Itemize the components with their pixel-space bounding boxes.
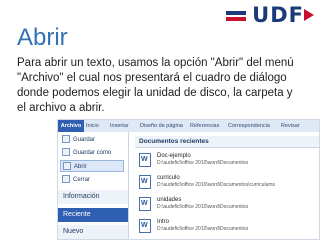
word-document-icon: [139, 197, 151, 211]
close-document-icon: [62, 175, 70, 184]
menu-item-cerrar[interactable]: Cerrar: [62, 174, 90, 186]
slide-paragraph: Para abrir un texto, usamos la opción "A…: [17, 56, 307, 116]
menu-item-label: Guardar: [73, 137, 96, 143]
open-folder-icon: [63, 162, 71, 171]
document-path: D:\audeficl\office 2010\word\Documentos\…: [157, 182, 276, 188]
document-path: D:\audeficl\office 2010\word\Documentos: [157, 204, 249, 210]
word-document-icon: [139, 219, 151, 233]
paragraph-line: donde podemos elegir la unidad de disco,…: [17, 87, 293, 99]
menu-item-label: Abrir: [74, 164, 87, 170]
paragraph-line: Para abrir un texto, usamos la opción "A…: [17, 57, 294, 69]
menu-item-label: Guardar como: [73, 150, 112, 156]
document-name: curriculo: [157, 175, 180, 181]
logo-bar-red: [226, 17, 246, 21]
tab-inicio[interactable]: Inicio: [84, 121, 101, 131]
word-document-icon: [139, 175, 151, 189]
udf-logo: UDF: [224, 3, 314, 27]
tab-correspondencia[interactable]: Correspondencia: [226, 121, 272, 131]
menu-section-nuevo[interactable]: Nuevo: [58, 225, 128, 239]
word-document-icon: [139, 153, 151, 167]
save-as-icon: [62, 148, 70, 157]
tab-diseno[interactable]: Diseño de página: [138, 121, 185, 131]
document-name: Doc-ejemplo: [157, 153, 191, 159]
document-name: unidades: [157, 197, 182, 203]
menu-item-guardar[interactable]: Guardar: [62, 134, 95, 146]
recent-document-item[interactable]: curriculo D:\audeficl\office 2010\word\D…: [135, 172, 319, 194]
tab-referencias[interactable]: Referencias: [188, 121, 221, 131]
menu-item-guardar-como[interactable]: Guardar como: [62, 147, 111, 159]
save-icon: [62, 135, 70, 144]
recent-document-item[interactable]: unidades D:\audeficl\office 2010\word\Do…: [135, 194, 319, 216]
recent-document-item[interactable]: Intro D:\audeficl\office 2010\word\Docum…: [135, 216, 319, 238]
word-backstage-screenshot: Archivo Inicio Insertar Diseño de página…: [57, 119, 320, 240]
slide-title: Abrir: [17, 24, 68, 51]
logo-arrow-icon: [304, 9, 314, 21]
recent-documents-header: Documentos recientes: [135, 136, 319, 148]
recent-document-item[interactable]: Doc-ejemplo D:\audeficl\office 2010\word…: [135, 150, 319, 172]
document-name: Intro: [157, 219, 170, 225]
menu-item-label: Cerrar: [73, 177, 91, 183]
paragraph-line: "Archivo" el cual nos presentará el cuad…: [17, 72, 287, 84]
paragraph-line: el archivo a abrir.: [17, 102, 105, 114]
menu-section-reciente[interactable]: Reciente: [58, 208, 128, 222]
tab-archivo[interactable]: Archivo: [58, 120, 84, 132]
document-path: D:\audeficl\office 2010\word\Documentos: [157, 160, 249, 166]
logo-bar-blue: [226, 11, 246, 15]
recent-documents-pane: Documentos recientes Doc-ejemplo D:\aude…: [129, 132, 319, 239]
logo-text: UDF: [252, 3, 304, 27]
backstage-menu: Guardar Guardar como Abrir Cerrar Inform…: [58, 132, 129, 239]
tab-revisar[interactable]: Revisar: [279, 121, 302, 131]
document-path: D:\audeficl\office 2010\word\Documentos: [157, 226, 249, 232]
tab-insertar[interactable]: Insertar: [108, 121, 131, 131]
menu-item-abrir[interactable]: Abrir: [60, 160, 124, 172]
menu-section-informacion[interactable]: Información: [58, 190, 128, 204]
